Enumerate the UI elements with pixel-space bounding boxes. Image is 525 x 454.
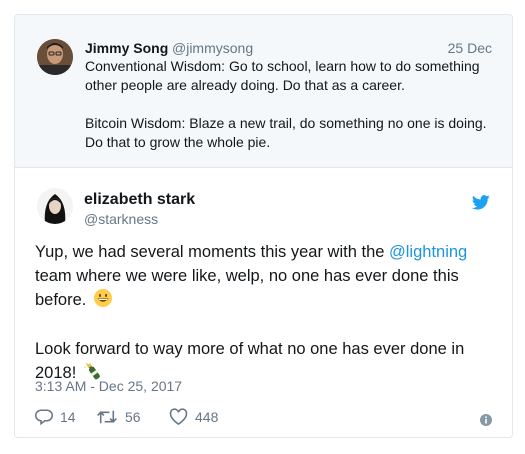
mention-link[interactable]: @lightning	[389, 243, 467, 261]
twitter-bird-icon[interactable]	[472, 195, 490, 210]
tweet-actions: 14 56 448	[35, 408, 495, 428]
quoted-paragraph: Conventional Wisdom: Go to school, learn…	[85, 58, 480, 93]
author-handle[interactable]: @starkness	[84, 211, 158, 227]
tweet-paragraph: Yup, we had several moments this year wi…	[35, 240, 495, 315]
reply-action[interactable]: 14	[35, 408, 76, 426]
quoted-tweet-text: Conventional Wisdom: Go to school, learn…	[85, 57, 495, 171]
reply-icon[interactable]	[35, 408, 53, 426]
retweet-count: 56	[125, 409, 141, 425]
info-icon[interactable]	[480, 414, 492, 426]
quoted-tweet[interactable]: Jimmy Song @jimmysong 25 Dec Conventiona…	[15, 15, 512, 168]
reply-count: 14	[60, 409, 76, 425]
author-name[interactable]: elizabeth stark	[84, 191, 195, 209]
tweet-timestamp[interactable]: 3:13 AM - Dec 25, 2017	[35, 378, 182, 394]
retweet-action[interactable]: 56	[96, 408, 141, 426]
retweet-icon[interactable]	[96, 408, 118, 426]
author-avatar[interactable]	[37, 188, 73, 224]
tweet-text-segment: Yup, we had several moments this year wi…	[35, 243, 390, 261]
like-count: 448	[195, 409, 219, 425]
heart-icon[interactable]	[169, 408, 188, 426]
quoted-paragraph: Bitcoin Wisdom: Blaze a new trail, do so…	[85, 115, 487, 150]
quoted-author-avatar[interactable]	[37, 39, 73, 75]
quoted-author-handle[interactable]: @jimmysong	[172, 40, 253, 56]
grinning-face-emoji-icon	[93, 288, 113, 315]
tweet-embed-card: Jimmy Song @jimmysong 25 Dec Conventiona…	[14, 14, 513, 438]
quoted-author-name[interactable]: Jimmy Song	[85, 40, 168, 56]
like-action[interactable]: 448	[169, 408, 218, 426]
quoted-tweet-date[interactable]: 25 Dec	[448, 40, 492, 56]
